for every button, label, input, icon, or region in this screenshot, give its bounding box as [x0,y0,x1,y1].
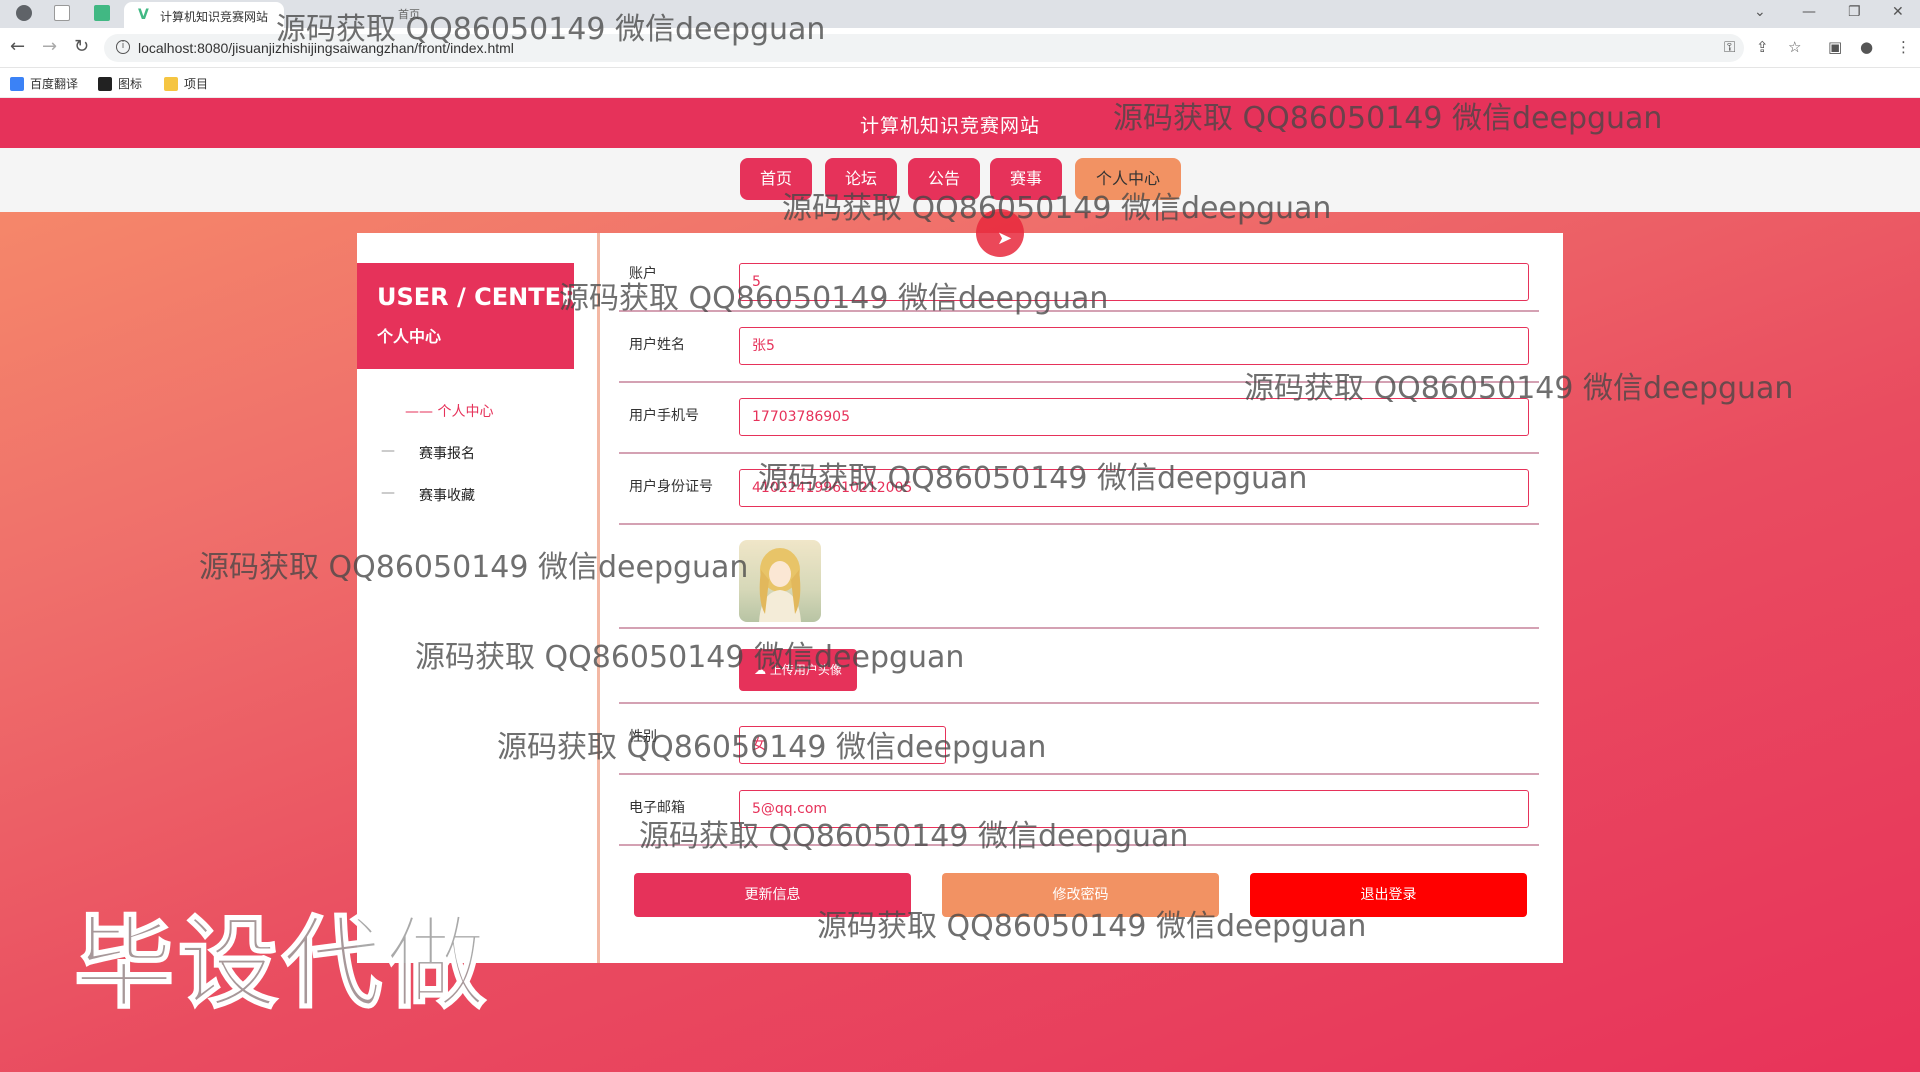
tab-title: 计算机知识竞赛网站 [160,10,269,24]
restore-icon[interactable]: ❐ [1848,4,1861,20]
forward-icon[interactable]: → [42,37,57,57]
tab-page-icon[interactable] [54,5,70,21]
translate-icon [10,76,24,91]
reload-icon[interactable]: ↻ [74,37,89,57]
watermark: 源码获取 QQ86050149 微信deepguan [817,909,1367,944]
key-icon[interactable]: ⚿ [1724,39,1735,55]
watermark: 源码获取 QQ86050149 微信deepguan [1113,101,1663,136]
site-info-icon[interactable]: i [116,40,130,54]
bookmark-label: 百度翻译 [30,77,79,91]
bookmark-translate[interactable]: 百度翻译 [10,75,78,92]
star-icon[interactable]: ☆ [1788,39,1801,55]
idcard-label: 用户身份证号 [629,479,713,495]
watermark: 源码获取 QQ86050149 微信deepguan [276,12,826,47]
sidebar-heading-en: USER / CENTER [377,283,580,311]
tab-vue-icon[interactable] [94,5,110,21]
minimize-icon[interactable]: — [1802,4,1816,20]
profile-icon[interactable]: ● [1860,39,1873,55]
watermark: 源码获取 QQ86050149 微信deepguan [199,550,749,585]
watermark: 源码获取 QQ86050149 微信deepguan [497,730,1047,765]
watermark: 源码获取 QQ86050149 微信deepguan [1244,371,1794,406]
watermark: 源码获取 QQ86050149 微信deepguan [639,819,1189,854]
sidebar-item-registration[interactable]: 赛事报名 [419,443,475,463]
bookmark-label: 图标 [118,77,143,91]
form-row-avatar [619,525,1539,629]
folder-icon [164,76,178,91]
sidebar-item-user-center[interactable]: —— 个人中心 [405,401,493,421]
sidebar-item-favorites[interactable]: 赛事收藏 [419,485,475,505]
watermark: 源码获取 QQ86050149 微信deepguan [559,281,1109,316]
bookmark-project[interactable]: 项目 [164,75,208,92]
sidebar-heading: USER / CENTER 个人中心 [357,263,579,369]
sidebar-item-dash: — [381,485,395,501]
sidebar-divider [597,233,600,963]
sidebar-item-dash: — [381,443,395,459]
close-window-icon[interactable]: ✕ [1892,4,1904,20]
mouse-cursor-icon: ➤ [997,228,1013,249]
back-icon[interactable]: ← [10,37,25,57]
vue-logo-icon: V [138,7,149,23]
tab-search-icon[interactable]: ⌄ [1754,4,1766,20]
watermark: 源码获取 QQ86050149 微信deepguan [415,640,965,675]
sidepanel-icon[interactable]: ▣ [1828,39,1842,55]
bookmark-label: 项目 [184,77,209,91]
phone-label: 用户手机号 [629,408,699,424]
browser-menu-icon[interactable] [16,5,32,21]
more-icon[interactable]: ⋮ [1896,39,1911,55]
user-avatar [739,540,821,622]
share-icon[interactable]: ⇪ [1756,39,1769,55]
name-input[interactable]: 张5 [739,327,1529,365]
watermark: 源码获取 QQ86050149 微信deepguan [782,191,1332,226]
image-icon [98,76,112,91]
sidebar-heading-cn: 个人中心 [377,327,442,346]
name-label: 用户姓名 [629,337,685,353]
big-watermark: 毕设代做 [73,904,490,1023]
bookmark-icons[interactable]: 图标 [98,75,142,92]
browser-tab-active[interactable]: V 计算机知识竞赛网站 [124,2,284,28]
watermark: 源码获取 QQ86050149 微信deepguan [758,461,1308,496]
